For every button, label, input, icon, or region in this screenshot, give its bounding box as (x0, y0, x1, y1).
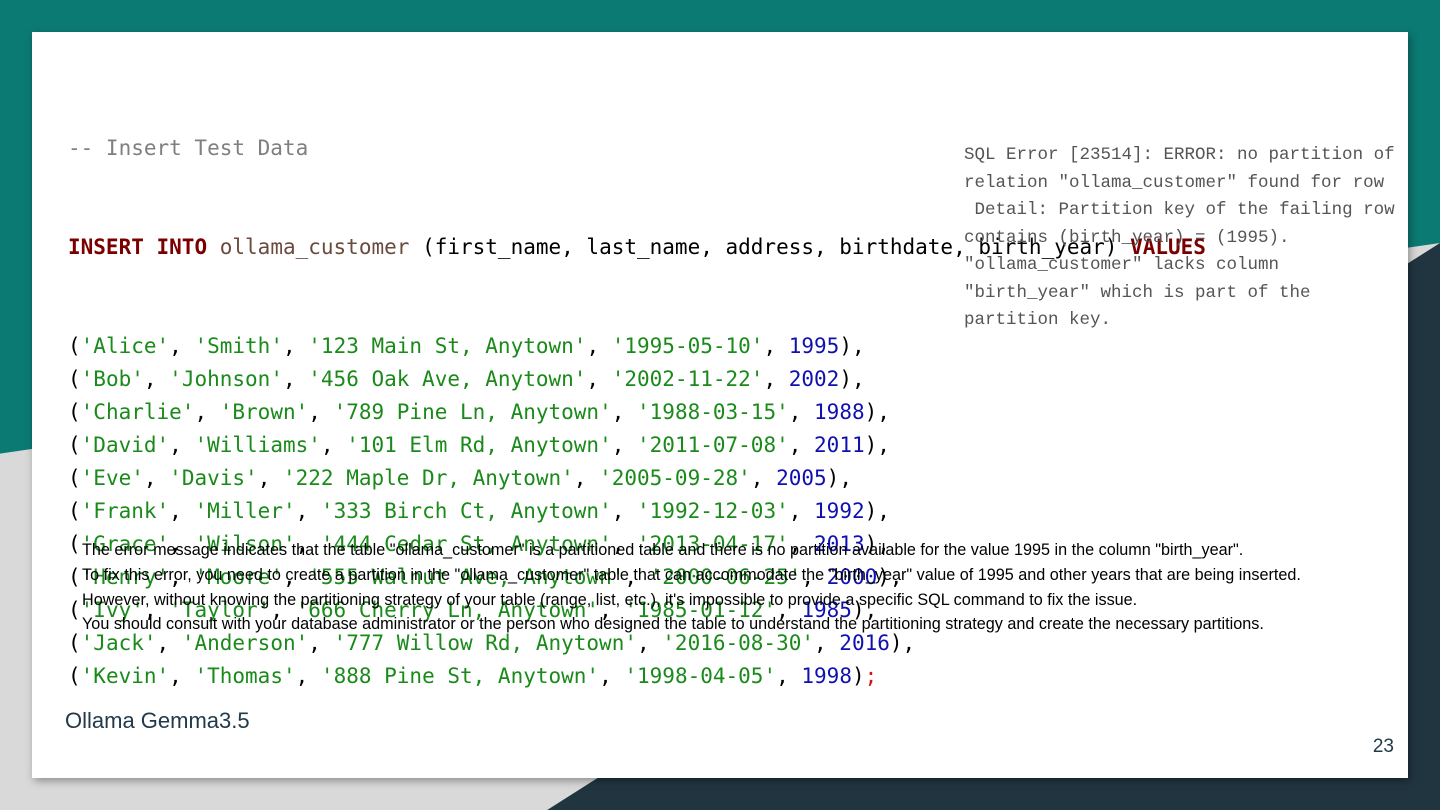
value-first-name: 'Frank' (80, 499, 170, 523)
sql-error-message: SQL Error [23514]: ERROR: no partition o… (964, 145, 1395, 330)
explanation-text: The error message indicates that the tab… (82, 538, 1332, 637)
row-terminator: ), (839, 367, 865, 391)
keyword-into: INTO (156, 235, 208, 259)
explanation-paragraph: However, without knowing the partitionin… (82, 590, 1138, 609)
values-row: ('Kevin', 'Thomas', '888 Pine St, Anytow… (68, 664, 878, 688)
value-address: '789 Pine Ln, Anytown' (333, 400, 612, 424)
value-first-name: 'Kevin' (80, 664, 170, 688)
page-number: 23 (1372, 736, 1394, 757)
value-address: '123 Main St, Anytown' (308, 334, 587, 358)
table-name: ollama_customer (219, 235, 410, 259)
value-birth-year: 2005 (776, 466, 827, 490)
value-birth-year: 1995 (788, 334, 840, 358)
code-comment: -- Insert Test Data (68, 136, 309, 160)
value-birthdate: '1992-12-03' (637, 499, 789, 523)
explanation-paragraph: The error message indicates that the tab… (82, 541, 1244, 559)
value-address: '222 Maple Dr, Anytown' (282, 466, 574, 490)
value-address: '101 Elm Rd, Anytown' (346, 433, 612, 457)
value-birthdate: '1988-03-15' (637, 400, 789, 424)
values-rows: ('Alice', 'Smith', '123 Main St, Anytown… (68, 330, 1206, 693)
value-first-name: 'David' (80, 433, 170, 457)
value-address: '888 Pine St, Anytown' (320, 664, 600, 688)
row-terminator: ), (864, 400, 890, 424)
value-birth-year: 1998 (801, 664, 852, 688)
value-birthdate: '1995-05-10' (611, 334, 764, 358)
value-address: '456 Oak Ave, Anytown' (308, 367, 587, 391)
value-last-name: 'Thomas' (194, 664, 296, 688)
footer-label: Ollama Gemma3.5 (65, 708, 250, 733)
value-birthdate: '2011-07-08' (637, 433, 789, 457)
values-row: ('David', 'Williams', '101 Elm Rd, Anyto… (68, 433, 890, 457)
values-row: ('Alice', 'Smith', '123 Main St, Anytown… (68, 334, 865, 358)
row-terminator: ), (864, 433, 890, 457)
row-terminator: ), (864, 499, 890, 523)
value-birth-year: 1992 (814, 499, 865, 523)
value-last-name: 'Williams' (194, 433, 321, 457)
value-last-name: 'Davis' (169, 466, 258, 490)
explanation-paragraph: You should consult with your database ad… (82, 615, 1264, 634)
value-first-name: 'Eve' (80, 466, 144, 490)
explanation-paragraph: To fix this error, you need to create a … (82, 565, 1301, 584)
value-first-name: 'Charlie' (80, 400, 195, 424)
value-first-name: 'Alice' (80, 334, 170, 358)
statement-semicolon: ; (864, 664, 878, 688)
row-terminator: ), (826, 466, 852, 490)
row-terminator: ), (839, 334, 865, 358)
value-birthdate: '1998-04-05' (624, 664, 777, 688)
value-address: '333 Birch Ct, Anytown' (320, 499, 612, 523)
value-first-name: 'Bob' (80, 367, 144, 391)
value-birth-year: 2002 (788, 367, 840, 391)
slide: -- Insert Test Data INSERT INTO ollama_c… (32, 32, 1408, 778)
value-birthdate: '2005-09-28' (599, 466, 751, 490)
value-last-name: 'Miller' (194, 499, 296, 523)
values-row: ('Eve', 'Davis', '222 Maple Dr, Anytown'… (68, 466, 852, 490)
values-row: ('Charlie', 'Brown', '789 Pine Ln, Anyto… (68, 400, 890, 424)
value-birthdate: '2002-11-22' (611, 367, 764, 391)
value-last-name: 'Brown' (219, 400, 309, 424)
value-last-name: 'Johnson' (169, 367, 283, 391)
keyword-insert: INSERT (68, 235, 144, 259)
values-row: ('Bob', 'Johnson', '456 Oak Ave, Anytown… (68, 367, 865, 391)
value-birth-year: 2011 (814, 433, 865, 457)
value-last-name: 'Smith' (194, 334, 283, 358)
row-terminator: ) (851, 664, 865, 688)
value-birth-year: 1988 (814, 400, 865, 424)
values-row: ('Frank', 'Miller', '333 Birch Ct, Anyto… (68, 499, 890, 523)
